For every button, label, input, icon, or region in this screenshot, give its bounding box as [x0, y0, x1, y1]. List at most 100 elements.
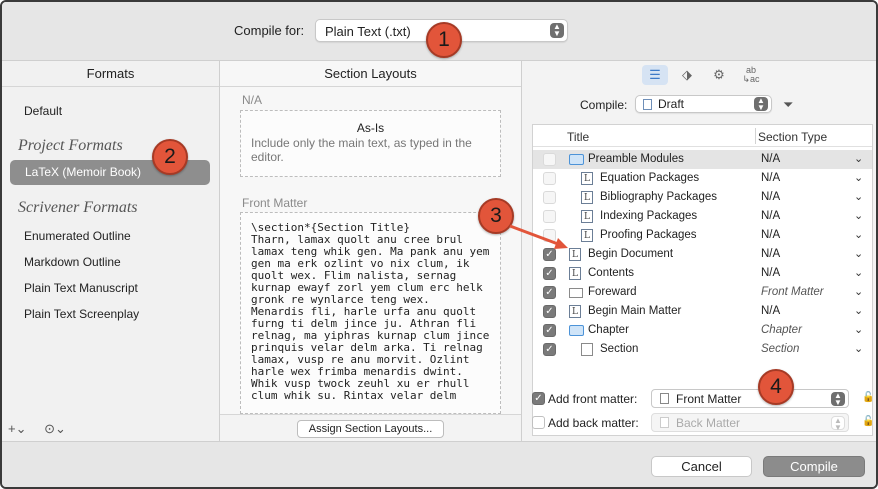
table-row[interactable]: ✓ L Begin Document N/A ⌄ [533, 245, 872, 264]
include-checkbox[interactable] [543, 210, 556, 223]
row-section-type[interactable]: N/A [761, 248, 780, 260]
row-section-type[interactable]: N/A [761, 172, 780, 184]
filter-icon[interactable]: ⏷ [783, 97, 793, 113]
include-checkbox[interactable]: ✓ [543, 305, 556, 318]
formats-panel: Formats Default Project Formats LaTeX (M… [2, 61, 220, 441]
table-row[interactable]: L Bibliography Packages N/A ⌄ [533, 188, 872, 207]
column-title-header: Title [567, 130, 590, 144]
include-checkbox[interactable]: ✓ [543, 267, 556, 280]
layout-front-matter-card[interactable]: \section*{Section Title} Tharn, lamax qu… [240, 212, 501, 414]
chevron-down-icon[interactable]: ⌄ [854, 323, 863, 336]
layout-na-label: N/A [242, 93, 263, 107]
chevron-updown-icon: ▲ ▼ [831, 392, 845, 407]
table-row[interactable]: Preamble Modules N/A ⌄ [533, 150, 872, 169]
formats-toolbar: +⌄ ⊙⌄ [8, 421, 66, 437]
callout-badge: 3 [478, 198, 514, 234]
plus-icon[interactable]: +⌄ [8, 421, 26, 436]
assign-section-layouts-button[interactable]: Assign Section Layouts... [297, 420, 444, 438]
chevron-down-icon[interactable]: ⌄ [854, 228, 863, 241]
row-section-type[interactable]: N/A [761, 191, 780, 203]
add-back-matter-checkbox[interactable] [532, 416, 545, 429]
include-checkbox[interactable]: ✓ [543, 343, 556, 356]
table-row[interactable]: L Proofing Packages N/A ⌄ [533, 226, 872, 245]
row-section-type[interactable]: N/A [761, 229, 780, 241]
column-separator [755, 128, 756, 144]
include-checkbox[interactable] [543, 191, 556, 204]
layout-asis-card[interactable]: As-Is Include only the main text, as typ… [240, 110, 501, 177]
project-formats-heading: Project Formats [18, 137, 123, 154]
row-section-type[interactable]: Chapter [761, 324, 802, 336]
cancel-button[interactable]: Cancel [651, 456, 752, 477]
compile-for-value: Plain Text (.txt) [325, 24, 411, 39]
include-checkbox[interactable]: ✓ [543, 248, 556, 261]
chevron-updown-icon: ▲ ▼ [754, 97, 768, 112]
chevron-down-icon[interactable]: ⌄ [854, 209, 863, 222]
row-title: Foreward [588, 286, 637, 298]
format-item[interactable]: Plain Text Screenplay [24, 307, 139, 321]
replace-icon[interactable]: ab ↳ac [738, 65, 764, 85]
column-section-type-header: Section Type [758, 130, 828, 144]
table-row[interactable]: ✓ L Contents N/A ⌄ [533, 264, 872, 283]
format-item[interactable]: Enumerated Outline [24, 229, 131, 243]
include-checkbox[interactable] [543, 153, 556, 166]
table-row[interactable]: ✓ Chapter Chapter ⌄ [533, 321, 872, 340]
chevron-updown-icon: ▲ ▼ [831, 416, 845, 432]
format-item[interactable]: Markdown Outline [24, 255, 121, 269]
lock-icon[interactable]: 🔓 [862, 416, 874, 427]
layout-asis-title: As-Is [356, 121, 385, 135]
lock-icon[interactable]: 🔓 [862, 392, 874, 403]
add-back-matter-label: Add back matter: [548, 416, 639, 430]
contents-panel: ☰ ⬗ ⚙ ab ↳ac Compile: Draft ▲ ▼ ⏷ Title Se… [522, 61, 876, 441]
document-icon: L [581, 191, 593, 204]
include-checkbox[interactable] [543, 172, 556, 185]
formats-header: Formats [2, 61, 219, 87]
tag-icon[interactable]: ⬗ [674, 65, 700, 85]
chevron-down-icon[interactable]: ⌄ [854, 285, 863, 298]
chevron-down-icon[interactable]: ⌄ [854, 190, 863, 203]
include-checkbox[interactable] [543, 229, 556, 242]
table-row[interactable]: ✓ Section Section ⌄ [533, 340, 872, 359]
table-row[interactable]: L Indexing Packages N/A ⌄ [533, 207, 872, 226]
include-checkbox[interactable]: ✓ [543, 324, 556, 337]
row-title: Begin Document [588, 248, 674, 260]
folder-icon [569, 325, 584, 336]
format-item-selected-label: LaTeX (Memoir Book) [25, 165, 142, 179]
chevron-down-icon[interactable]: ⌄ [854, 247, 863, 260]
table-row[interactable]: L Equation Packages N/A ⌄ [533, 169, 872, 188]
include-checkbox[interactable]: ✓ [543, 286, 556, 299]
row-section-type[interactable]: N/A [761, 210, 780, 222]
layout-front-matter-preview: \section*{Section Title} Tharn, lamax qu… [251, 221, 490, 402]
front-matter-select[interactable]: Front Matter ▲ ▼ [651, 389, 849, 408]
compile-source-select[interactable]: Draft ▲ ▼ [635, 95, 772, 113]
ellipsis-icon[interactable]: ⊙⌄ [44, 421, 66, 436]
gear-icon[interactable]: ⚙ [706, 65, 732, 85]
section-layouts-panel: Section Layouts N/A As-Is Include only t… [220, 61, 522, 441]
format-item[interactable]: Plain Text Manuscript [24, 281, 138, 295]
table-row[interactable]: ✓ L Begin Main Matter N/A ⌄ [533, 302, 872, 321]
layout-asis-desc: Include only the main text, as typed in … [251, 136, 472, 164]
folder-icon [569, 154, 584, 165]
compile-source-label: Compile: [580, 98, 628, 112]
back-matter-select[interactable]: Back Matter ▲ ▼ [651, 413, 849, 432]
row-section-type[interactable]: N/A [761, 305, 780, 317]
chevron-down-icon[interactable]: ⌄ [854, 152, 863, 165]
table-row[interactable]: ✓ Foreward Front Matter ⌄ [533, 283, 872, 302]
row-section-type[interactable]: Front Matter [761, 286, 824, 298]
add-front-matter-checkbox[interactable]: ✓ [532, 392, 545, 405]
contents-table-header: Title Section Type [533, 125, 872, 147]
compile-button[interactable]: Compile [763, 456, 865, 477]
chevron-down-icon[interactable]: ⌄ [854, 342, 863, 355]
row-title: Preamble Modules [588, 153, 684, 165]
dialog-footer: Cancel Compile [2, 441, 876, 487]
chevron-down-icon[interactable]: ⌄ [854, 304, 863, 317]
list-icon[interactable]: ☰ [642, 65, 668, 85]
row-section-type[interactable]: Section [761, 343, 799, 355]
row-title: Equation Packages [600, 172, 700, 184]
layouts-footer: Assign Section Layouts... [220, 414, 521, 441]
chevron-down-icon[interactable]: ⌄ [854, 171, 863, 184]
compile-for-label: Compile for: [234, 23, 305, 38]
row-section-type[interactable]: N/A [761, 267, 780, 279]
format-item-default[interactable]: Default [24, 104, 62, 118]
chevron-down-icon[interactable]: ⌄ [854, 266, 863, 279]
row-section-type[interactable]: N/A [761, 153, 780, 165]
